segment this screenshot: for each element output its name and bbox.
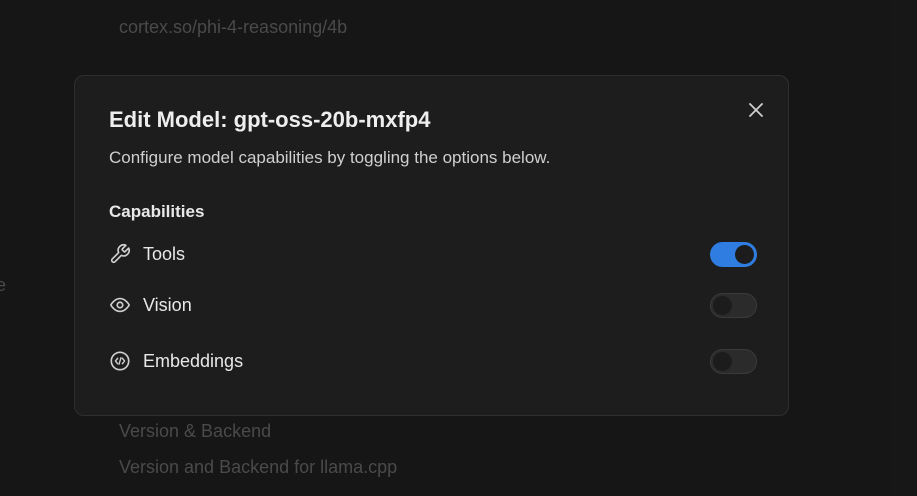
close-icon bbox=[749, 103, 763, 117]
toggle-knob bbox=[713, 296, 732, 315]
dialog-title: Edit Model: gpt-oss-20b-mxfp4 bbox=[109, 107, 431, 132]
edit-model-dialog: Edit Model: gpt-oss-20b-mxfp4 Configure … bbox=[74, 75, 789, 416]
capability-row-vision: Vision bbox=[109, 289, 757, 321]
toggle-knob bbox=[713, 352, 732, 371]
wrench-icon bbox=[109, 243, 131, 265]
code-circle-icon bbox=[109, 350, 131, 372]
eye-icon bbox=[109, 294, 131, 316]
toggle-knob bbox=[735, 245, 754, 264]
capability-row-embeddings: Embeddings bbox=[109, 345, 757, 377]
capability-label-embeddings: Embeddings bbox=[143, 351, 244, 371]
dialog-subtitle: Configure model capabilities by toggling… bbox=[109, 148, 551, 167]
capability-label-tools: Tools bbox=[143, 244, 186, 264]
capabilities-heading: Capabilities bbox=[109, 202, 205, 221]
vision-toggle[interactable] bbox=[710, 293, 757, 318]
embeddings-toggle[interactable] bbox=[710, 349, 757, 374]
tools-toggle[interactable] bbox=[710, 242, 757, 267]
capability-row-tools: Tools bbox=[109, 238, 757, 270]
capability-label-vision: Vision bbox=[143, 295, 192, 315]
settings-page: cortex.so/phi-4-reasoning/4b e Version &… bbox=[0, 0, 917, 496]
close-button[interactable] bbox=[744, 98, 768, 122]
